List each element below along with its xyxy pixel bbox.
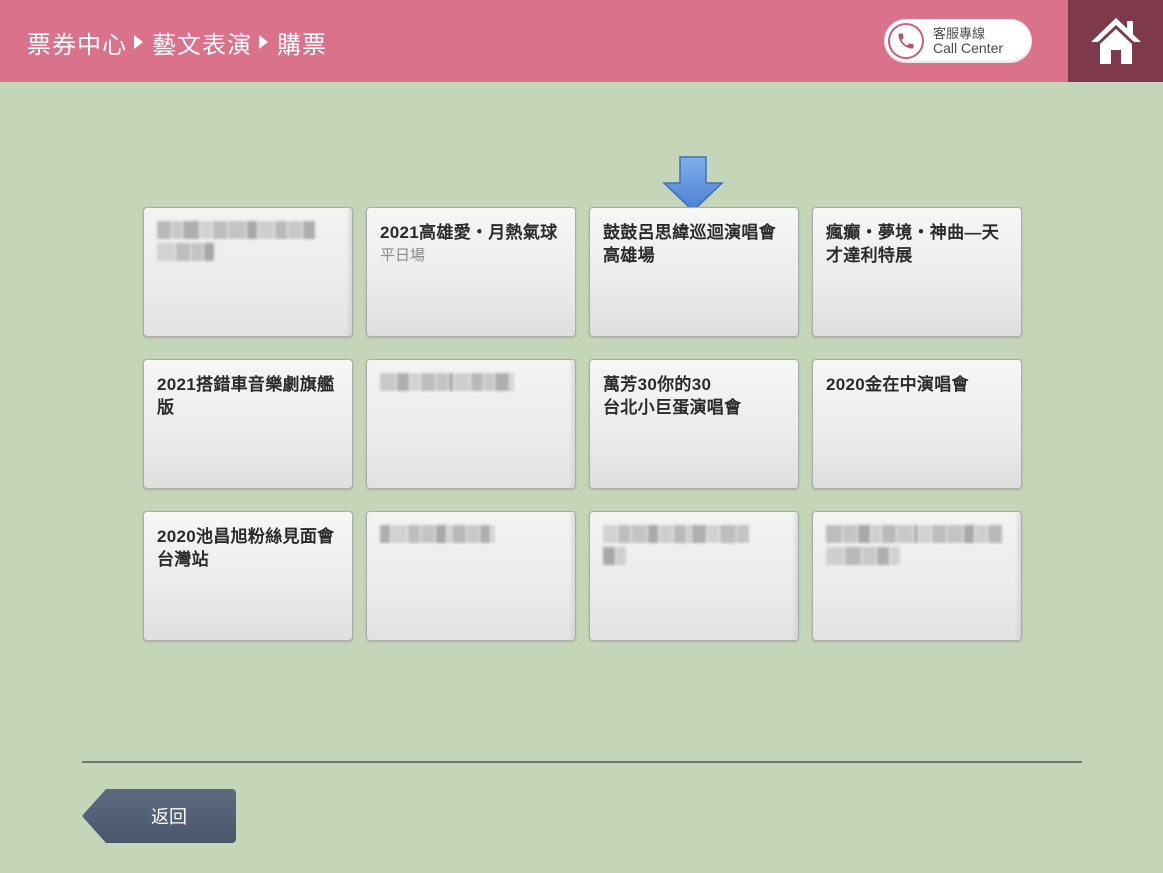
event-title: 瘋癲・夢境・神曲—天才達利特展 [826, 223, 999, 265]
call-center-label-en: Call Center [933, 40, 1004, 56]
breadcrumb-item-arts[interactable]: 藝文表演 [152, 25, 252, 60]
event-card[interactable]: 2020池昌旭粉絲見面會 台灣站 [143, 511, 353, 641]
event-card[interactable] [143, 207, 353, 337]
event-card[interactable]: 2021高雄愛・月熱氣球 平日場 [366, 207, 576, 337]
header-bar: 票券中心 藝文表演 購票 客服專線 Call Center [0, 0, 1163, 82]
obscured-title [380, 373, 563, 391]
call-center-text: 客服專線 Call Center [933, 26, 1003, 56]
event-card[interactable] [812, 511, 1022, 641]
arrow-down-icon [662, 156, 724, 213]
back-button-label: 返回 [151, 807, 187, 827]
event-title: 2021高雄愛・月熱氣球 [380, 223, 558, 242]
event-title: 2020池昌旭粉絲見面會 台灣站 [157, 527, 352, 569]
obscured-title [603, 525, 786, 565]
breadcrumb-item-ticket-center[interactable]: 票券中心 [27, 25, 127, 60]
footer-divider [82, 761, 1082, 763]
event-card[interactable] [366, 511, 576, 641]
event-card[interactable]: 2020金在中演唱會 [812, 359, 1022, 489]
obscured-title [826, 525, 1009, 565]
event-title: 2020金在中演唱會 [826, 375, 969, 394]
phone-icon [888, 23, 924, 59]
breadcrumb-item-purchase: 購票 [277, 31, 327, 59]
breadcrumb-separator-icon [259, 35, 268, 49]
event-subtitle: 平日場 [380, 247, 426, 264]
breadcrumb: 票券中心 藝文表演 購票 [27, 24, 327, 60]
back-button[interactable]: 返回 [82, 789, 236, 843]
event-title: 2021搭錯車音樂劇旗艦版 [157, 375, 335, 417]
call-center-button[interactable]: 客服專線 Call Center [884, 19, 1032, 63]
event-card[interactable]: 鼓鼓呂思緯巡迴演唱會高雄場 [589, 207, 799, 337]
house-icon [1090, 18, 1141, 64]
event-grid: 2021高雄愛・月熱氣球 平日場 鼓鼓呂思緯巡迴演唱會高雄場 瘋癲・夢境・神曲—天才達… [143, 207, 1022, 641]
obscured-title [157, 221, 340, 261]
obscured-title [380, 525, 563, 543]
event-card[interactable]: 瘋癲・夢境・神曲—天才達利特展 [812, 207, 1022, 337]
event-card[interactable]: 萬芳30你的30 台北小巨蛋演唱會 [589, 359, 799, 489]
event-title: 萬芳30你的30 台北小巨蛋演唱會 [603, 375, 742, 417]
breadcrumb-separator-icon [134, 35, 143, 49]
call-center-label-zh: 客服專線 [933, 26, 986, 41]
event-title: 鼓鼓呂思緯巡迴演唱會高雄場 [603, 223, 776, 265]
home-button[interactable] [1068, 0, 1163, 82]
event-card[interactable] [366, 359, 576, 489]
event-card[interactable] [589, 511, 799, 641]
event-card[interactable]: 2021搭錯車音樂劇旗艦版 [143, 359, 353, 489]
